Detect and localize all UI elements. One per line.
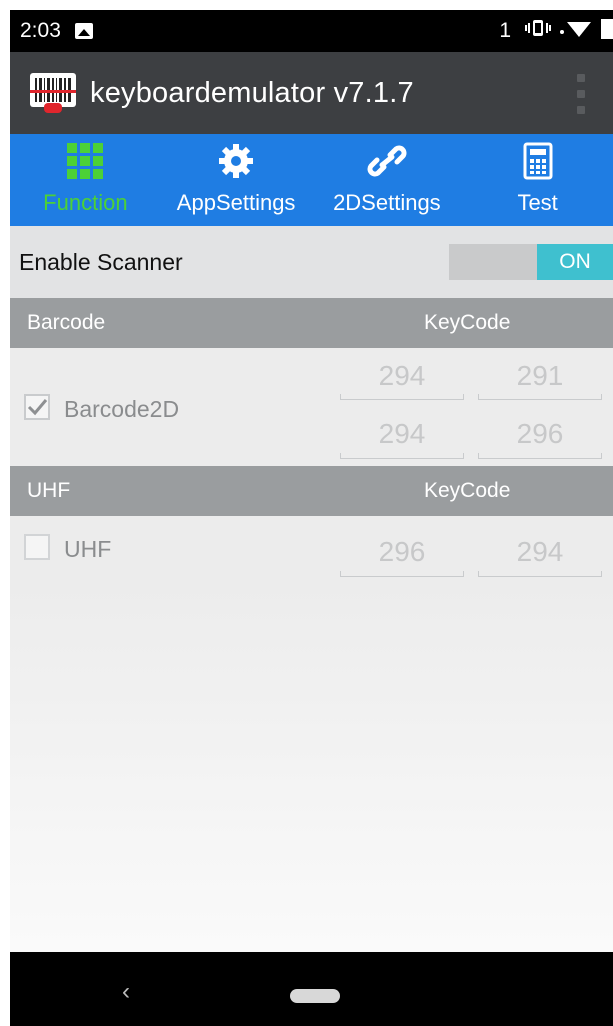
barcode2d-label: Barcode2D bbox=[64, 396, 180, 422]
barcode2d-row: Barcode2D 294 291 294 296 bbox=[10, 348, 613, 466]
keycode-underline bbox=[478, 571, 602, 577]
tab-bar: Function AppSettings 2DSettings Test bbox=[10, 134, 613, 226]
enable-scanner-label: Enable Scanner bbox=[19, 248, 183, 275]
status-time: 2:03 bbox=[20, 19, 61, 42]
tab-label: AppSettings bbox=[176, 190, 296, 215]
keycode-underline bbox=[340, 394, 464, 400]
keycode-header-label: KeyCode bbox=[424, 311, 511, 334]
empty-content-area bbox=[10, 580, 613, 952]
uhf-label: UHF bbox=[64, 536, 112, 562]
keycode-header-label: KeyCode bbox=[424, 479, 511, 502]
enable-scanner-row: Enable Scanner ON bbox=[10, 226, 613, 298]
gear-icon bbox=[217, 142, 255, 180]
enable-scanner-toggle[interactable]: ON bbox=[449, 244, 613, 280]
battery-icon bbox=[601, 17, 613, 45]
toggle-on-label: ON bbox=[537, 244, 613, 280]
app-bar: keyboardemulator v7.1.7 bbox=[10, 52, 613, 134]
vibrate-icon bbox=[525, 18, 551, 44]
wifi-icon bbox=[559, 18, 593, 44]
keycode-field[interactable]: 294 bbox=[340, 418, 464, 450]
uhf-section-header: UHF KeyCode bbox=[10, 466, 613, 516]
tab-function[interactable]: Function bbox=[10, 134, 161, 226]
keycode-underline bbox=[478, 394, 602, 400]
keycode-underline bbox=[340, 571, 464, 577]
image-icon bbox=[74, 23, 93, 39]
tab-label: Test bbox=[517, 190, 558, 215]
barcode-section-header: Barcode KeyCode bbox=[10, 298, 613, 348]
barcode-scanner-icon bbox=[30, 73, 76, 113]
notification-count: 1 bbox=[499, 19, 511, 42]
uhf-header-label: UHF bbox=[27, 479, 71, 502]
uhf-row: UHF 296 294 bbox=[10, 516, 613, 580]
tab-label: 2DSettings bbox=[333, 190, 441, 215]
keycode-field[interactable]: 294 bbox=[340, 360, 464, 392]
keycode-field[interactable]: 296 bbox=[478, 418, 602, 450]
uhf-checkbox[interactable] bbox=[24, 534, 50, 560]
keycode-field[interactable]: 294 bbox=[478, 536, 602, 568]
navigation-bar: ‹ bbox=[10, 952, 613, 1026]
link-icon bbox=[367, 142, 407, 180]
keycode-field[interactable]: 291 bbox=[478, 360, 602, 392]
frame-edge bbox=[0, 0, 613, 10]
home-pill-icon[interactable] bbox=[290, 989, 340, 1003]
keycode-underline bbox=[340, 453, 464, 459]
tab-2dsettings[interactable]: 2DSettings bbox=[312, 134, 463, 226]
calculator-icon bbox=[523, 142, 553, 180]
app-title: keyboardemulator v7.1.7 bbox=[90, 76, 414, 109]
keycode-field[interactable]: 296 bbox=[340, 536, 464, 568]
grid-icon bbox=[67, 142, 104, 180]
tab-test[interactable]: Test bbox=[462, 134, 613, 226]
tab-appsettings[interactable]: AppSettings bbox=[161, 134, 312, 226]
keycode-underline bbox=[478, 453, 602, 459]
status-bar: 2:03 1 bbox=[10, 10, 613, 52]
check-icon bbox=[27, 399, 48, 416]
overflow-menu-icon[interactable] bbox=[577, 74, 585, 114]
tab-label: Function bbox=[43, 190, 128, 215]
barcode-header-label: Barcode bbox=[27, 311, 106, 334]
barcode2d-checkbox[interactable] bbox=[24, 394, 50, 420]
back-icon[interactable]: ‹ bbox=[122, 978, 130, 1006]
